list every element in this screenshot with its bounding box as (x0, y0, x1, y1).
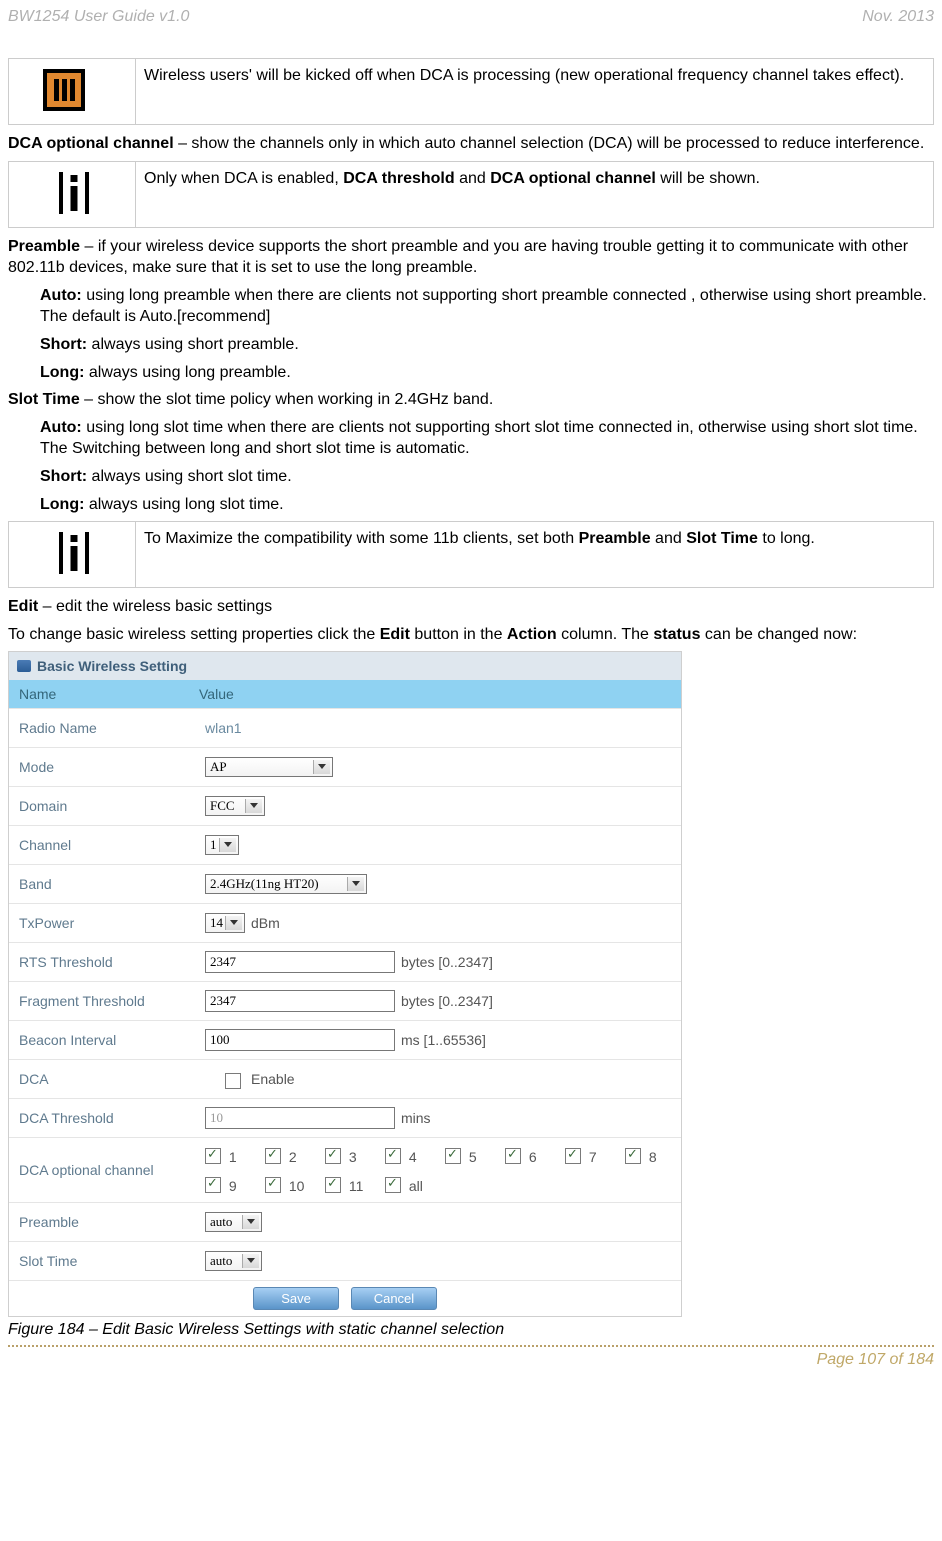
chevron-down-icon (242, 1254, 259, 1268)
preamble-short: Short: always using short preamble. (40, 334, 934, 356)
channel-checkbox-1[interactable]: 1 (205, 1146, 247, 1165)
channel-checkbox-7[interactable]: 7 (565, 1146, 607, 1165)
page-header: BW1254 User Guide v1.0 Nov. 2013 (8, 0, 934, 56)
rts-suffix: bytes [0..2347] (401, 954, 493, 970)
info-icon (59, 172, 89, 214)
row-channel: Channel 1 (9, 825, 681, 864)
column-headers: NameValue (9, 680, 681, 708)
chevron-down-icon (242, 1215, 259, 1229)
warning-text: Wireless users' will be kicked off when … (136, 59, 934, 125)
slot-auto: Auto: using long slot time when there ar… (40, 417, 934, 460)
basic-wireless-setting-panel: Basic Wireless Setting NameValue Radio N… (8, 651, 682, 1317)
slot-long: Long: always using long slot time. (40, 494, 934, 516)
beacon-input[interactable]: 100 (205, 1029, 395, 1051)
fragment-input[interactable]: 2347 (205, 990, 395, 1012)
info-text: To Maximize the compatibility with some … (136, 522, 934, 588)
channel-checkbox-9[interactable]: 9 (205, 1175, 247, 1194)
checkbox-icon (205, 1177, 221, 1193)
mode-select[interactable]: AP (205, 757, 333, 777)
header-left: BW1254 User Guide v1.0 (8, 8, 189, 26)
info-icon (59, 532, 89, 574)
edit-para: Edit – edit the wireless basic settings (8, 596, 934, 618)
checkbox-icon (385, 1177, 401, 1193)
checkbox-icon (325, 1177, 341, 1193)
row-txpower: TxPower 14 dBm (9, 903, 681, 942)
channel-checkbox-8[interactable]: 8 (625, 1146, 667, 1165)
band-select[interactable]: 2.4GHz(11ng HT20) (205, 874, 367, 894)
checkbox-icon (445, 1148, 461, 1164)
row-radio-name: Radio Name wlan1 (9, 708, 681, 747)
channel-checkbox-all[interactable]: all (385, 1175, 427, 1194)
channel-checkbox-11[interactable]: 11 (325, 1175, 367, 1194)
row-fragment: Fragment Threshold 2347 bytes [0..2347] (9, 981, 681, 1020)
row-dca: DCA Enable (9, 1059, 681, 1098)
chevron-down-icon (225, 916, 242, 930)
panel-title: Basic Wireless Setting (9, 652, 681, 680)
checkbox-icon (205, 1148, 221, 1164)
info-note-compat: To Maximize the compatibility with some … (8, 521, 934, 588)
row-dca-optional-channel: DCA optional channel 1 2 3 4 5 6 7 8 9 1… (9, 1137, 681, 1202)
figure-caption: Figure 184 – Edit Basic Wireless Setting… (8, 1321, 934, 1339)
channel-checkbox-4[interactable]: 4 (385, 1146, 427, 1165)
checkbox-icon (265, 1177, 281, 1193)
row-mode: Mode AP (9, 747, 681, 786)
chevron-down-icon (313, 760, 330, 774)
checkbox-icon (265, 1148, 281, 1164)
txpower-select[interactable]: 14 (205, 913, 245, 933)
warning-icon (43, 69, 85, 111)
dca-threshold-suffix: mins (401, 1110, 431, 1126)
button-row: Save Cancel (9, 1280, 681, 1316)
header-right: Nov. 2013 (862, 8, 934, 26)
slot-time-select[interactable]: auto (205, 1251, 262, 1271)
change-para: To change basic wireless setting propert… (8, 624, 934, 646)
dca-threshold-input[interactable]: 10 (205, 1107, 395, 1129)
info-text: Only when DCA is enabled, DCA threshold … (136, 161, 934, 227)
fragment-suffix: bytes [0..2347] (401, 993, 493, 1009)
channel-checkbox-10[interactable]: 10 (265, 1175, 307, 1194)
checkbox-icon (505, 1148, 521, 1164)
rts-input[interactable]: 2347 (205, 951, 395, 973)
channel-select[interactable]: 1 (205, 835, 239, 855)
slot-time-para: Slot Time – show the slot time policy wh… (8, 389, 934, 411)
domain-select[interactable]: FCC (205, 796, 265, 816)
row-band: Band 2.4GHz(11ng HT20) (9, 864, 681, 903)
channel-checkbox-6[interactable]: 6 (505, 1146, 547, 1165)
row-beacon: Beacon Interval 100 ms [1..65536] (9, 1020, 681, 1059)
chevron-down-icon (347, 877, 364, 891)
preamble-auto: Auto: using long preamble when there are… (40, 285, 934, 328)
page-footer: Page 107 of 184 (8, 1345, 934, 1377)
row-preamble: Preamble auto (9, 1202, 681, 1241)
row-rts: RTS Threshold 2347 bytes [0..2347] (9, 942, 681, 981)
slot-short: Short: always using short slot time. (40, 466, 934, 488)
radio-name-value: wlan1 (205, 720, 242, 736)
checkbox-icon (565, 1148, 581, 1164)
chevron-down-icon (245, 799, 262, 813)
info-note-dca-shown: Only when DCA is enabled, DCA threshold … (8, 161, 934, 228)
beacon-suffix: ms [1..65536] (401, 1032, 486, 1048)
dca-enable-label: Enable (251, 1071, 295, 1087)
checkbox-icon (325, 1148, 341, 1164)
preamble-select[interactable]: auto (205, 1212, 262, 1232)
chevron-down-icon (219, 838, 236, 852)
txpower-unit: dBm (251, 915, 280, 931)
panel-icon (17, 660, 31, 672)
channel-checkbox-5[interactable]: 5 (445, 1146, 487, 1165)
row-domain: Domain FCC (9, 786, 681, 825)
row-slot-time: Slot Time auto (9, 1241, 681, 1280)
preamble-long: Long: always using long preamble. (40, 362, 934, 384)
checkbox-icon (385, 1148, 401, 1164)
dca-optional-channel-para: DCA optional channel – show the channels… (8, 133, 934, 155)
checkbox-icon (625, 1148, 641, 1164)
warning-note-dca: Wireless users' will be kicked off when … (8, 58, 934, 125)
dca-enable-checkbox[interactable] (225, 1073, 241, 1089)
cancel-button[interactable]: Cancel (351, 1287, 437, 1310)
row-dca-threshold: DCA Threshold 10 mins (9, 1098, 681, 1137)
channel-checkbox-2[interactable]: 2 (265, 1146, 307, 1165)
save-button[interactable]: Save (253, 1287, 339, 1310)
preamble-para: Preamble – if your wireless device suppo… (8, 236, 934, 279)
channel-checkbox-3[interactable]: 3 (325, 1146, 367, 1165)
